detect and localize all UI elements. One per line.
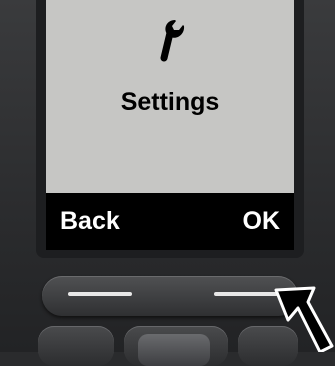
settings-icon-area: [46, 12, 294, 72]
wrench-icon: [153, 18, 187, 67]
control-key-pad: [138, 334, 210, 366]
menu-title: Settings: [120, 88, 220, 116]
left-softkey-button[interactable]: [68, 292, 132, 296]
control-key[interactable]: [124, 326, 228, 366]
call-key[interactable]: [38, 326, 114, 366]
pointer-arrow-icon: [262, 266, 335, 354]
back-softkey[interactable]: Back: [60, 207, 120, 236]
handset-display: Settings Back OK: [46, 0, 294, 250]
ok-softkey[interactable]: OK: [243, 207, 281, 236]
softkey-bar: Back OK: [46, 193, 294, 250]
softkey-button-bar: [42, 276, 298, 316]
